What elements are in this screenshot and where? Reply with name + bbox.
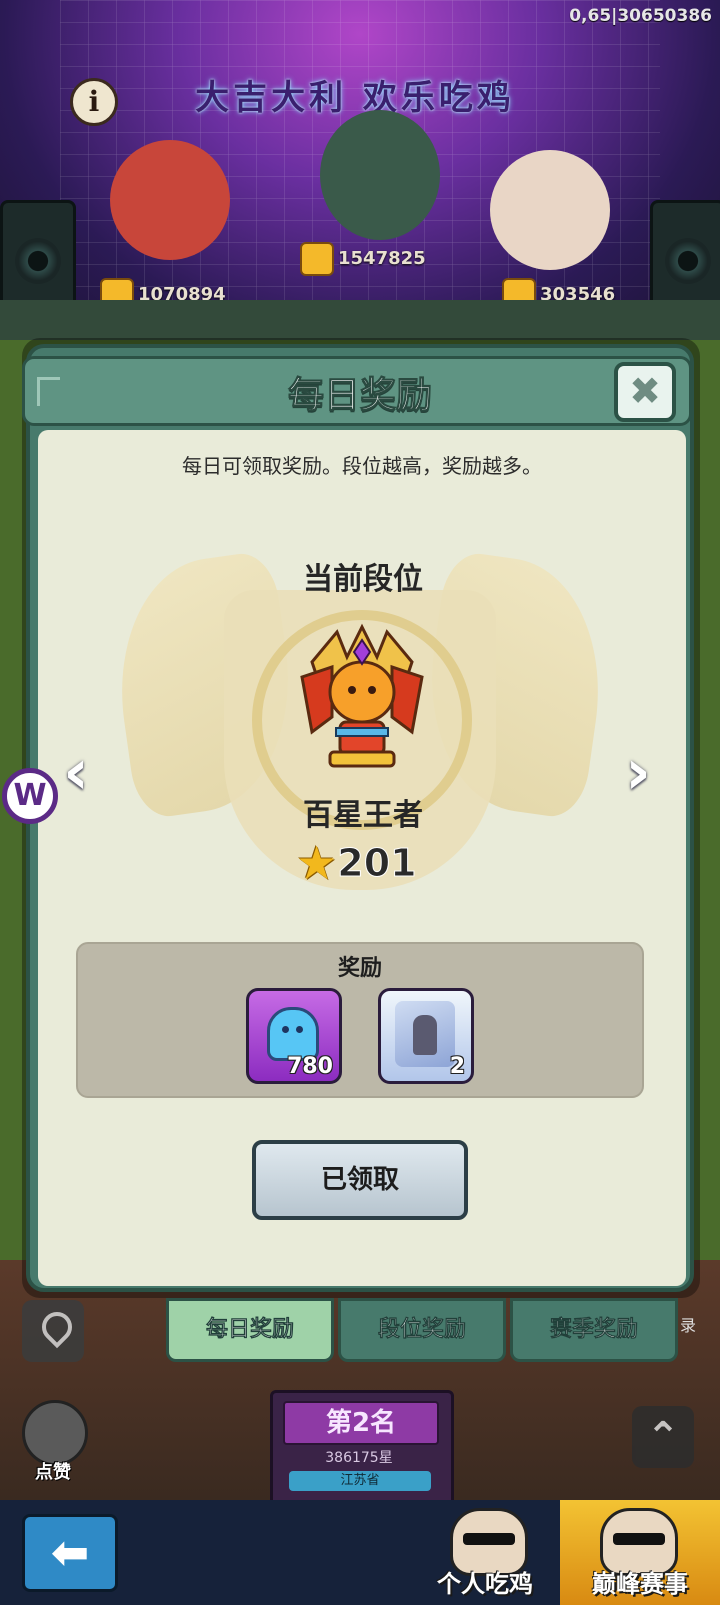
debug-id-text: 0,65|30650386 xyxy=(569,6,712,26)
rank-star-row: ★201 xyxy=(296,838,417,888)
tab-daily-reward[interactable]: 每日奖励 xyxy=(166,1298,334,1362)
thumbs-up-icon xyxy=(22,1400,88,1466)
stage-floor xyxy=(0,300,720,340)
mode-personal-chicken[interactable]: 个人吃鸡 xyxy=(410,1500,560,1605)
second-place-podium: 第2名 386175星 江苏省 xyxy=(270,1390,454,1506)
king-rank-emblem-icon xyxy=(300,623,424,768)
next-rank-arrow-icon[interactable]: › xyxy=(618,741,658,803)
rank-name: 百星王者 xyxy=(303,798,423,833)
header-ornament-icon xyxy=(37,377,60,406)
character-center xyxy=(320,110,440,240)
podium-rank: 第2名 xyxy=(283,1401,439,1445)
reward-quantity: 2 xyxy=(449,1054,465,1079)
star-count: 201 xyxy=(337,841,417,886)
info-icon[interactable]: i xyxy=(70,78,118,126)
star-icon: ★ xyxy=(296,836,338,890)
mode-label: 个人吃鸡 xyxy=(437,1570,533,1598)
side-record-text[interactable]: 录 xyxy=(680,1312,696,1336)
close-button[interactable]: ✖ xyxy=(614,362,676,422)
reward-item-ghost-currency[interactable]: 780 xyxy=(246,988,342,1084)
scroll-up-chevron-icon[interactable]: ⌃ xyxy=(632,1406,694,1468)
claimed-button[interactable]: 已领取 xyxy=(252,1140,468,1220)
like-count-center: 1547825 xyxy=(300,242,426,276)
previous-rank-arrow-icon[interactable]: ‹ xyxy=(56,741,96,803)
current-rank-label: 当前段位 xyxy=(303,562,423,597)
character-card-icon xyxy=(395,1001,455,1067)
tab-season-reward[interactable]: 赛季奖励 xyxy=(510,1298,678,1362)
mode-peak-tournament[interactable]: 巅峰赛事 xyxy=(560,1500,720,1605)
ghost-currency-icon xyxy=(267,1007,319,1061)
podium-location: 江苏省 xyxy=(289,1471,431,1491)
reward-description: 每日可领取奖励。段位越高，奖励越多。 xyxy=(182,454,542,478)
floating-w-badge-icon[interactable]: W xyxy=(2,768,58,824)
tab-rank-reward[interactable]: 段位奖励 xyxy=(338,1298,506,1362)
reward-quantity: 780 xyxy=(287,1054,333,1079)
back-button[interactable]: ⬅ xyxy=(22,1514,118,1592)
dialog-title: 每日奖励 xyxy=(287,375,432,417)
podium-score: 386175星 xyxy=(325,1450,393,1466)
location-pin-icon[interactable] xyxy=(22,1300,84,1362)
character-right xyxy=(490,150,610,270)
character-left xyxy=(110,140,230,260)
like-button[interactable]: 点赞 xyxy=(18,1400,88,1483)
reward-item-character-card[interactable]: 2 xyxy=(378,988,474,1084)
like-button-label: 点赞 xyxy=(35,1462,71,1483)
thumbs-up-icon xyxy=(300,242,334,276)
reward-panel-title: 奖励 xyxy=(337,956,382,981)
mode-label: 巅峰赛事 xyxy=(592,1570,688,1598)
